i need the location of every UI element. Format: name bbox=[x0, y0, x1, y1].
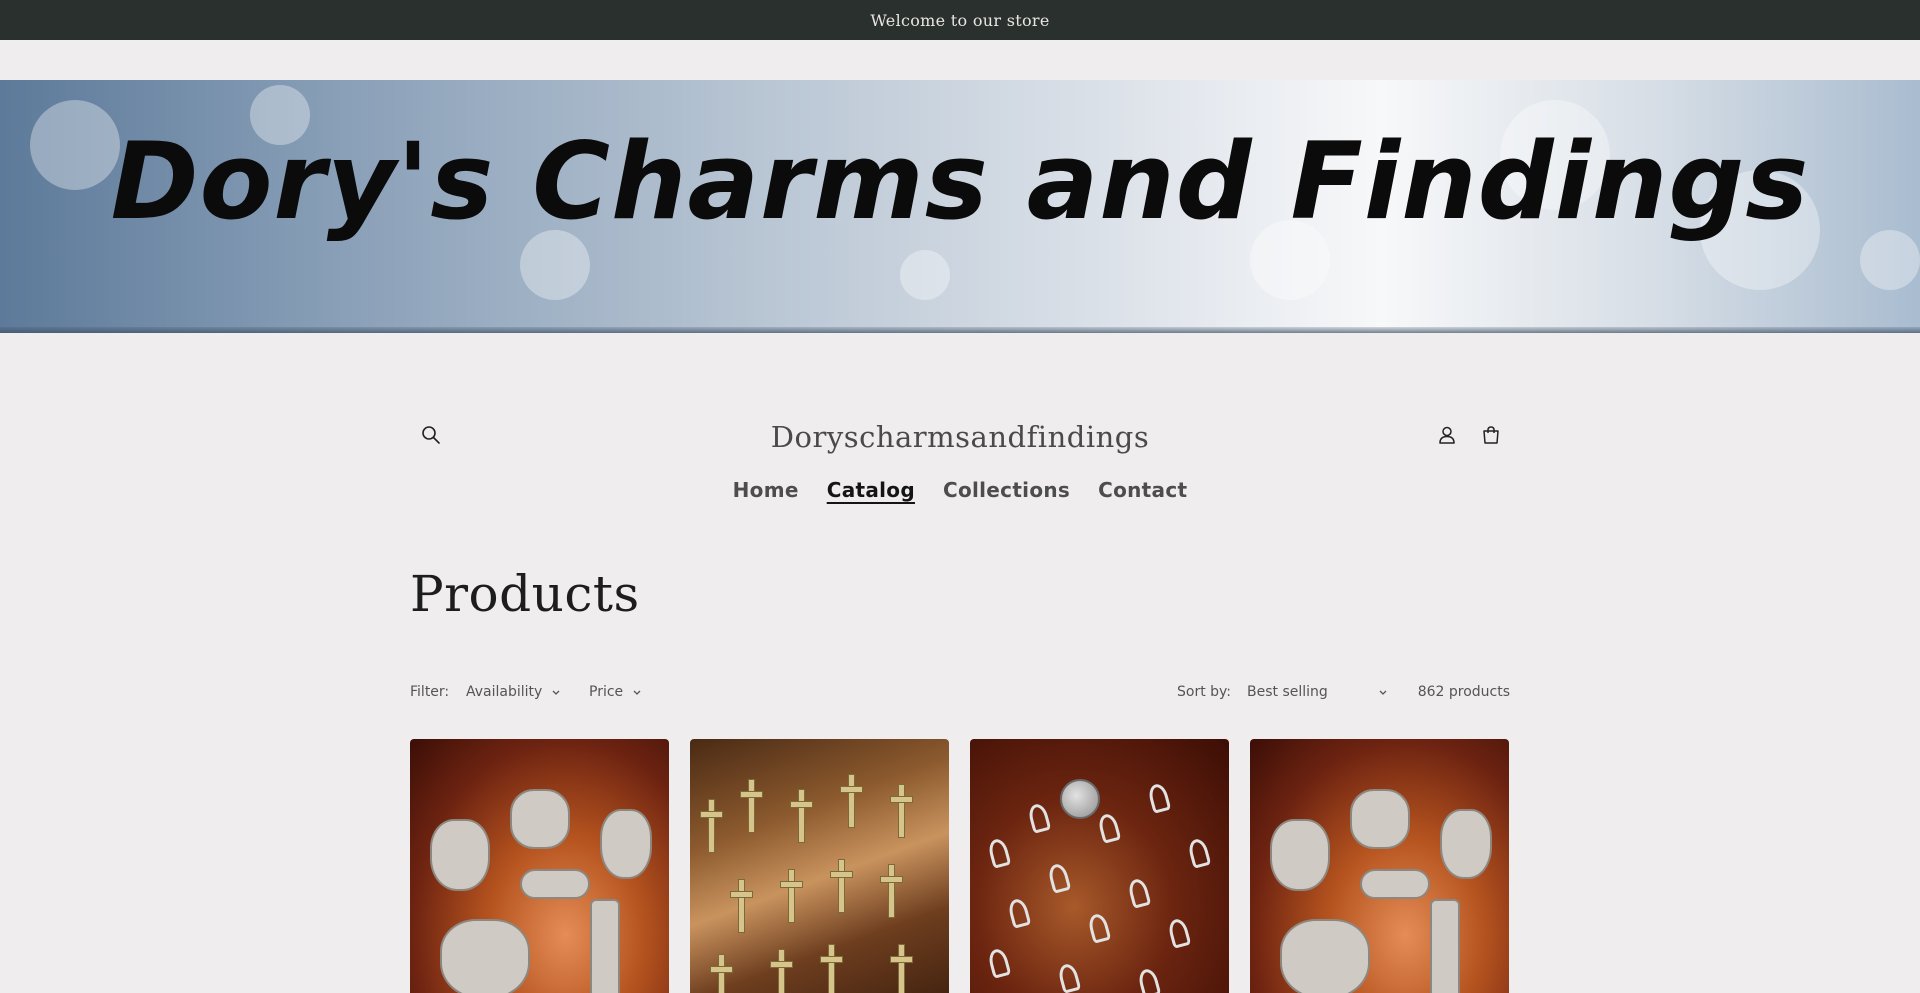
announcement-bar: Welcome to our store bbox=[0, 0, 1920, 40]
account-icon[interactable] bbox=[1432, 420, 1462, 450]
cart-icon[interactable] bbox=[1476, 420, 1506, 450]
store-name[interactable]: Doryscharmsandfindings bbox=[410, 420, 1510, 454]
price-filter[interactable]: Price bbox=[589, 684, 643, 700]
sort-label: Sort by: bbox=[1177, 684, 1232, 700]
availability-label: Availability bbox=[466, 684, 543, 700]
filter-toolbar: Filter: Availability Price Sort by: Best… bbox=[410, 681, 1510, 705]
page-title: Products bbox=[410, 565, 640, 623]
announcement-text: Welcome to our store bbox=[870, 10, 1050, 30]
sort-select[interactable]: Best selling bbox=[1247, 684, 1389, 700]
nav-home[interactable]: Home bbox=[733, 478, 799, 502]
product-count: 862 products bbox=[1417, 684, 1510, 700]
product-card[interactable] bbox=[690, 739, 949, 993]
store-banner: Dory's Charms and Findings bbox=[0, 80, 1920, 333]
nav-contact[interactable]: Contact bbox=[1098, 478, 1187, 502]
chevron-down-icon bbox=[1379, 690, 1387, 695]
banner-edge bbox=[0, 327, 1920, 333]
product-grid bbox=[410, 739, 1509, 993]
chevron-down-icon bbox=[633, 690, 641, 695]
product-card[interactable] bbox=[1250, 739, 1509, 993]
price-label: Price bbox=[589, 684, 624, 700]
product-card[interactable] bbox=[970, 739, 1229, 993]
site-header: Doryscharmsandfindings bbox=[410, 410, 1510, 460]
availability-filter[interactable]: Availability bbox=[466, 684, 562, 700]
filter-label: Filter: bbox=[410, 684, 450, 700]
product-card[interactable] bbox=[410, 739, 669, 993]
sort-value: Best selling bbox=[1247, 684, 1328, 700]
main-nav: Home Catalog Collections Contact bbox=[0, 478, 1920, 502]
nav-catalog[interactable]: Catalog bbox=[827, 478, 915, 502]
banner-title: Dory's Charms and Findings bbox=[110, 120, 1810, 243]
nav-collections[interactable]: Collections bbox=[943, 478, 1070, 502]
chevron-down-icon bbox=[552, 690, 560, 695]
product-image bbox=[430, 819, 490, 891]
